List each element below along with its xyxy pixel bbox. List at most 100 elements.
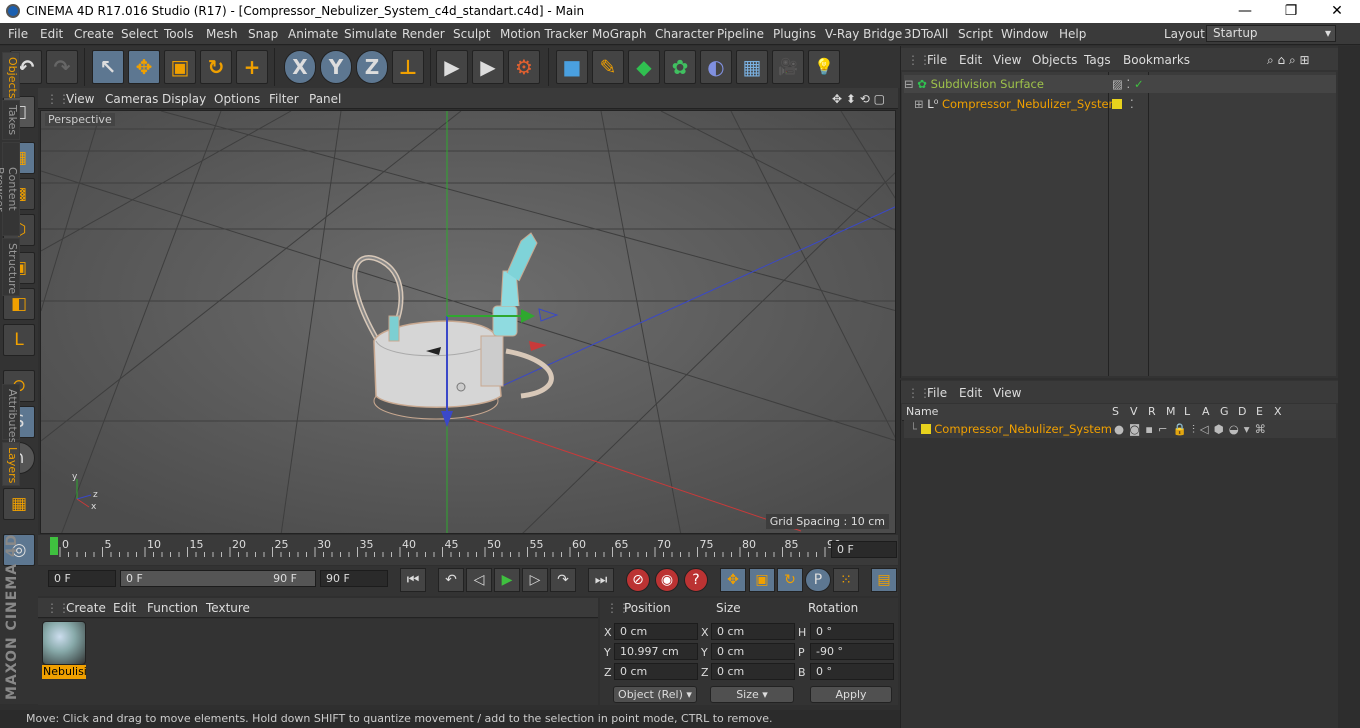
layout-select[interactable]: Startup ▾ <box>1206 25 1336 42</box>
menu-create[interactable]: Create <box>74 27 114 41</box>
col-name[interactable]: Name <box>906 405 938 418</box>
maximize-button[interactable]: ❐ <box>1268 0 1314 23</box>
menu-plugins[interactable]: Plugins <box>773 27 816 41</box>
menu-character[interactable]: Character <box>655 27 714 41</box>
key-parameter-button[interactable]: P <box>805 568 831 592</box>
keyframe-selection-button[interactable]: ? <box>684 568 708 592</box>
menu-select[interactable]: Select <box>121 27 158 41</box>
material-name[interactable]: Nebulisi <box>42 665 86 679</box>
menu-mesh[interactable]: Mesh <box>206 27 238 41</box>
x-axis-button[interactable]: X <box>284 50 316 84</box>
polygons-mode-button[interactable]: L <box>3 324 35 356</box>
menu-mograph[interactable]: MoGraph <box>592 27 647 41</box>
size-x-field[interactable]: 0 cm <box>711 623 795 640</box>
viewport-menu-options[interactable]: Options <box>214 92 260 106</box>
object-row-compressor-nebulizer[interactable]: ⊞ L⁰ Compressor_Nebulizer_System ⁚ <box>904 95 1134 113</box>
menu-window[interactable]: Window <box>1001 27 1048 41</box>
current-frame-field[interactable]: 0 F <box>831 541 897 558</box>
menu-render[interactable]: Render <box>402 27 445 41</box>
position-x-field[interactable]: 0 cm <box>614 623 698 640</box>
previous-keyframe-button[interactable]: ↶ <box>438 568 464 592</box>
record-keys-button[interactable]: ⊘ <box>626 568 650 592</box>
menu-edit[interactable]: Edit <box>40 27 63 41</box>
tab-content-browser[interactable]: Content Browser <box>0 142 20 236</box>
tab-layers[interactable]: Layers <box>2 442 20 486</box>
menu-vray-bridge[interactable]: V-Ray Bridge <box>825 27 902 41</box>
go-to-start-button[interactable]: ⏮ <box>400 568 426 592</box>
rotation-h-field[interactable]: 0 ° <box>810 623 894 640</box>
end-frame-field[interactable]: 90 F <box>320 570 388 587</box>
col-xrefs[interactable]: X <box>1274 405 1282 418</box>
menu-snap[interactable]: Snap <box>248 27 278 41</box>
key-pla-button[interactable]: ⁙ <box>833 568 859 592</box>
menu-help[interactable]: Help <box>1059 27 1086 41</box>
viewport-menu-filter[interactable]: Filter <box>269 92 299 106</box>
go-to-end-button[interactable]: ⏭ <box>588 568 614 592</box>
camera-button[interactable]: 🎥 <box>772 50 804 84</box>
layer-color-tag[interactable] <box>1112 99 1122 109</box>
start-frame-field[interactable]: 0 F <box>48 570 116 587</box>
material-menu-edit[interactable]: Edit <box>113 601 136 615</box>
rotation-p-field[interactable]: -90 ° <box>810 643 894 660</box>
col-view[interactable]: V <box>1130 405 1138 418</box>
menu-script[interactable]: Script <box>958 27 993 41</box>
apply-button[interactable]: Apply <box>810 686 892 703</box>
objects-menu-file[interactable]: File <box>927 53 947 67</box>
menu-pipeline[interactable]: Pipeline <box>717 27 764 41</box>
menu-tools[interactable]: Tools <box>164 27 194 41</box>
timeline-window-button[interactable]: ▤ <box>871 568 897 592</box>
close-button[interactable]: ✕ <box>1314 0 1360 23</box>
add-tool-button[interactable]: + <box>236 50 268 84</box>
col-render[interactable]: R <box>1148 405 1156 418</box>
render-view-button[interactable]: ▶ <box>436 50 468 84</box>
previous-frame-button[interactable]: ◁ <box>466 568 492 592</box>
pen-tool-button[interactable]: ✎ <box>592 50 624 84</box>
objects-menu-edit[interactable]: Edit <box>959 53 982 67</box>
layers-menu-file[interactable]: File <box>927 386 947 400</box>
timeline-ruler[interactable]: 051015202530354045505560657075808590 0 F <box>38 535 898 565</box>
objects-menu-view[interactable]: View <box>993 53 1021 67</box>
tree-collapse-icon[interactable]: ⊟ <box>904 77 914 91</box>
col-expressions[interactable]: E <box>1256 405 1263 418</box>
rotate-tool-button[interactable]: ↻ <box>200 50 232 84</box>
floor-button[interactable]: ▦ <box>736 50 768 84</box>
col-generators[interactable]: G <box>1220 405 1229 418</box>
col-animation[interactable]: A <box>1202 405 1210 418</box>
col-locked[interactable]: L <box>1184 405 1190 418</box>
material-thumbnail[interactable] <box>42 621 86 665</box>
col-manager[interactable]: M <box>1166 405 1176 418</box>
search-icon[interactable]: ⌕ ⌂ ⌕ ⊞ <box>1267 53 1310 68</box>
menu-simulate[interactable]: Simulate <box>344 27 397 41</box>
y-axis-button[interactable]: Y <box>320 50 352 84</box>
next-frame-button[interactable]: ▷ <box>522 568 548 592</box>
cube-object-button[interactable]: ■ <box>556 50 588 84</box>
next-keyframe-button[interactable]: ↷ <box>550 568 576 592</box>
objects-menu-objects[interactable]: Objects <box>1032 53 1077 67</box>
world-coordinates-button[interactable]: ⊥ <box>392 50 424 84</box>
material-menu-create[interactable]: Create <box>66 601 106 615</box>
tab-attributes[interactable]: Attributes <box>2 384 20 443</box>
position-z-field[interactable]: 0 cm <box>614 663 698 680</box>
frame-range-slider[interactable]: 0 F 90 F <box>120 570 316 587</box>
col-deformers[interactable]: D <box>1238 405 1246 418</box>
light-button[interactable]: 💡 <box>808 50 840 84</box>
tab-takes[interactable]: Takes <box>2 100 20 140</box>
key-scale-button[interactable]: ▣ <box>749 568 775 592</box>
layer-color-swatch[interactable] <box>920 424 931 434</box>
viewport-menu-cameras[interactable]: Cameras <box>105 92 158 106</box>
viewport-menu-view[interactable]: View <box>66 92 94 106</box>
tab-structure[interactable]: Structure <box>2 238 20 296</box>
play-button[interactable]: ▶ <box>494 568 520 592</box>
visibility-icon[interactable]: ▨ ⁚ <box>1112 75 1130 93</box>
material-menu-function[interactable]: Function <box>147 601 198 615</box>
viewport-menu-display[interactable]: Display <box>162 92 206 106</box>
menu-file[interactable]: File <box>8 27 28 41</box>
snap-button[interactable]: ▦ <box>3 488 35 520</box>
tab-objects[interactable]: Objects <box>2 52 20 99</box>
render-to-picture-viewer-button[interactable]: ▶ <box>472 50 504 84</box>
layers-menu-view[interactable]: View <box>993 386 1021 400</box>
object-row-subdivision-surface[interactable]: ⊟ ✿ Subdivision Surface ▨ ⁚ ✓ <box>904 75 1336 93</box>
size-z-field[interactable]: 0 cm <box>711 663 795 680</box>
layer-row[interactable]: └ Compressor_Nebulizer_System ●◙▪⌐🔒⫶◁⬢◒▾… <box>904 420 1336 438</box>
scale-tool-button[interactable]: ▣ <box>164 50 196 84</box>
